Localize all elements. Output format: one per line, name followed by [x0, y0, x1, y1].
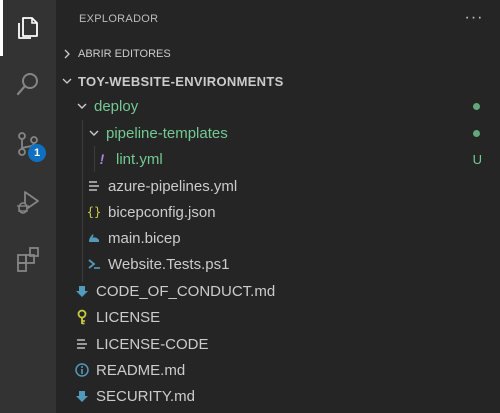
license-key-icon: [74, 309, 90, 325]
workspace-section[interactable]: TOY-WEBSITE-ENVIRONMENTS: [56, 70, 500, 92]
tree-item-label: bicepconfig.json: [108, 203, 216, 221]
run-debug-icon[interactable]: [0, 174, 56, 230]
tree-item-label: README.md: [96, 361, 186, 379]
explorer-sidebar: EXPLORADOR ··· ABRIR EDITORES TOY-WEBSIT…: [56, 0, 500, 413]
tree-item-code-of-conduct[interactable]: CODE_OF_CONDUCT.md: [56, 278, 500, 304]
explorer-icon[interactable]: [0, 0, 56, 56]
tree-item-readme[interactable]: README.md: [56, 357, 500, 383]
markdown-down-icon: [74, 283, 90, 299]
tree-item-main-bicep[interactable]: main.bicep: [56, 225, 500, 251]
braces-icon: {}: [86, 205, 102, 219]
activity-bar: 1: [0, 0, 56, 413]
tree-item-website-tests[interactable]: Website.Tests.ps1: [56, 251, 500, 277]
tree-item-label: LICENSE-CODE: [96, 335, 209, 353]
chevron-down-icon: [62, 78, 72, 84]
tree-item-label: main.bicep: [108, 229, 181, 247]
chevron-right-icon: [64, 49, 70, 59]
bicep-icon: [86, 230, 102, 246]
tree-item-label: CODE_OF_CONDUCT.md: [96, 282, 276, 300]
info-icon: [74, 362, 90, 378]
tree-item-deploy[interactable]: deploy: [56, 93, 500, 119]
tree-item-label: deploy: [94, 97, 139, 115]
tree-item-label: pipeline-templates: [106, 124, 228, 142]
tree-item-label: LICENSE: [96, 308, 161, 326]
chevron-down-icon: [89, 130, 99, 136]
sidebar-header: EXPLORADOR ···: [56, 0, 500, 40]
tree-item-label: Website.Tests.ps1: [108, 255, 230, 273]
exclamation-icon: !: [99, 151, 105, 167]
workspace-label: TOY-WEBSITE-ENVIRONMENTS: [78, 73, 284, 89]
lines-icon: [86, 178, 102, 194]
tree-item-label: lint.yml: [116, 150, 163, 168]
markdown-down-icon: [74, 388, 90, 404]
search-icon[interactable]: [0, 56, 56, 112]
tree-item-license[interactable]: LICENSE: [56, 304, 500, 330]
open-editors-label: ABRIR EDITORES: [78, 48, 171, 60]
untracked-badge: U: [472, 151, 482, 167]
source-control-icon[interactable]: 1: [0, 116, 56, 172]
sidebar-title: EXPLORADOR: [79, 13, 159, 25]
tree-item-license-code[interactable]: LICENSE-CODE: [56, 331, 500, 357]
open-editors-section[interactable]: ABRIR EDITORES: [56, 43, 500, 65]
tree-item-azure-pipelines[interactable]: azure-pipelines.yml: [56, 173, 500, 199]
modified-dot-icon: [473, 103, 480, 110]
extensions-icon[interactable]: [0, 231, 56, 287]
tree-item-security[interactable]: SECURITY.md: [56, 383, 500, 409]
lines-icon: [74, 336, 90, 352]
tree-item-bicepconfig[interactable]: {} bicepconfig.json: [56, 199, 500, 225]
chevron-down-icon: [77, 103, 87, 109]
tree-item-pipeline-templates[interactable]: pipeline-templates: [56, 120, 500, 146]
source-control-badge: 1: [28, 144, 46, 162]
tree-item-label: azure-pipelines.yml: [108, 177, 238, 195]
more-actions-button[interactable]: ···: [462, 8, 486, 30]
powershell-icon: [86, 256, 102, 272]
tree-item-label: SECURITY.md: [96, 387, 195, 405]
modified-dot-icon: [473, 130, 480, 137]
tree-item-lint-yml[interactable]: ! lint.yml U: [56, 146, 500, 172]
